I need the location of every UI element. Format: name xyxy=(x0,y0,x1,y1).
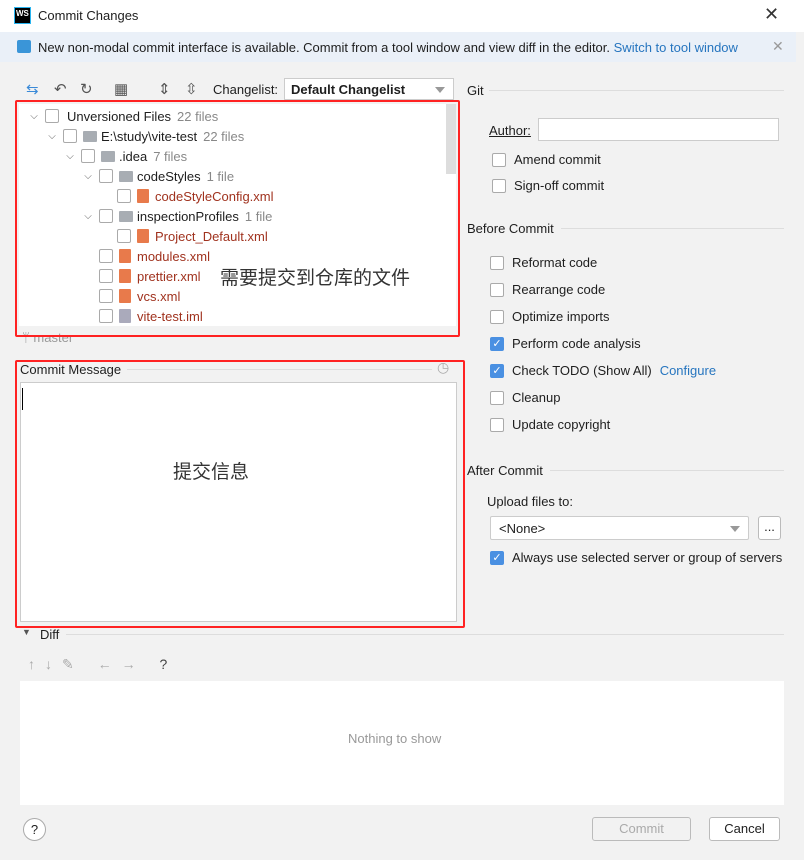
checkbox[interactable] xyxy=(492,152,506,167)
diff-title: Diff xyxy=(40,627,60,642)
before-commit-title: Before Commit xyxy=(467,221,554,236)
nothing-to-show: Nothing to show xyxy=(348,731,442,746)
option-checkbox[interactable]: Cleanup xyxy=(490,390,560,405)
arrow-up-icon[interactable]: ↑ xyxy=(28,656,45,672)
upload-files-label: Upload files to: xyxy=(487,494,573,509)
configure-link[interactable]: Configure xyxy=(660,363,716,378)
annotation-box-files xyxy=(15,100,460,337)
checkbox[interactable]: ✓ xyxy=(490,363,504,378)
checkbox[interactable]: ✓ xyxy=(490,550,504,565)
cancel-button[interactable]: Cancel xyxy=(709,817,780,841)
close-icon[interactable]: ✕ xyxy=(764,4,779,25)
option-checkbox[interactable]: Amend commit xyxy=(492,152,601,167)
switch-to-tool-window-link[interactable]: Switch to tool window xyxy=(614,40,738,55)
option-checkbox[interactable]: ✓ Check TODO (Show All) Configure xyxy=(490,363,716,378)
divider xyxy=(550,470,784,471)
checkbox[interactable]: ✓ xyxy=(490,336,504,351)
option-checkbox[interactable]: Optimize imports xyxy=(490,309,610,324)
annotation-box-message xyxy=(15,360,465,628)
refresh-icon[interactable]: ↻ xyxy=(80,80,93,98)
annotation-files: 需要提交到仓库的文件 xyxy=(220,268,411,289)
notification-banner: New non-modal commit interface is availa… xyxy=(0,32,796,62)
show-diff-icon[interactable]: ⇆ xyxy=(26,80,39,98)
expand-all-icon[interactable]: ⇕ xyxy=(158,80,171,98)
rollback-icon[interactable]: ↶ xyxy=(54,80,67,98)
edit-icon[interactable]: ✎ xyxy=(62,656,84,672)
chevron-down-icon xyxy=(730,526,740,532)
banner-close-icon[interactable]: ✕ xyxy=(772,38,784,55)
option-checkbox[interactable]: ✓ Perform code analysis xyxy=(490,336,641,351)
author-input[interactable] xyxy=(538,118,779,141)
diff-toolbar: ↑↓✎ ←→ ? xyxy=(28,656,177,673)
upload-server-select[interactable]: <None> xyxy=(490,516,749,540)
option-checkbox[interactable]: Rearrange code xyxy=(490,282,605,297)
gift-icon xyxy=(17,40,31,53)
option-checkbox[interactable]: Reformat code xyxy=(490,255,597,270)
changelist-select[interactable]: Default Changelist xyxy=(284,78,454,100)
changelist-label: Changelist: xyxy=(213,82,279,97)
checkbox[interactable] xyxy=(490,255,504,270)
author-label: Author: xyxy=(489,123,531,138)
diff-viewer: Nothing to show xyxy=(20,681,784,805)
banner-text: New non-modal commit interface is availa… xyxy=(38,40,611,55)
browse-servers-button[interactable]: ... xyxy=(758,516,781,540)
chevron-down-icon xyxy=(435,87,445,93)
checkbox[interactable] xyxy=(490,309,504,324)
divider xyxy=(489,90,784,91)
checkbox[interactable] xyxy=(490,417,504,432)
option-checkbox[interactable]: Sign-off commit xyxy=(492,178,604,193)
option-checkbox[interactable]: Update copyright xyxy=(490,417,610,432)
always-use-server-checkbox[interactable]: ✓ Always use selected server or group of … xyxy=(490,550,782,565)
arrow-left-icon[interactable]: ← xyxy=(98,656,122,672)
git-section-title: Git xyxy=(467,83,484,98)
collapse-all-icon[interactable]: ⇳ xyxy=(185,80,198,98)
checkbox[interactable] xyxy=(490,282,504,297)
arrow-right-icon[interactable]: → xyxy=(122,656,146,672)
title-bar: WS Commit Changes ✕ xyxy=(0,0,804,32)
help-button[interactable]: ? xyxy=(23,818,46,841)
group-by-icon[interactable]: ▦ xyxy=(114,80,128,98)
divider xyxy=(66,634,784,635)
window-title: Commit Changes xyxy=(38,8,139,23)
commit-button[interactable]: Commit xyxy=(592,817,691,841)
diff-help-icon[interactable]: ? xyxy=(160,656,178,672)
divider xyxy=(561,228,784,229)
annotation-message: 提交信息 xyxy=(173,462,250,483)
checkbox[interactable] xyxy=(490,390,504,405)
after-commit-title: After Commit xyxy=(467,463,543,478)
webstorm-logo: WS xyxy=(14,7,31,24)
arrow-down-icon[interactable]: ↓ xyxy=(45,656,62,672)
checkbox[interactable] xyxy=(492,178,506,193)
diff-collapse-icon[interactable]: ▼ xyxy=(22,627,31,637)
